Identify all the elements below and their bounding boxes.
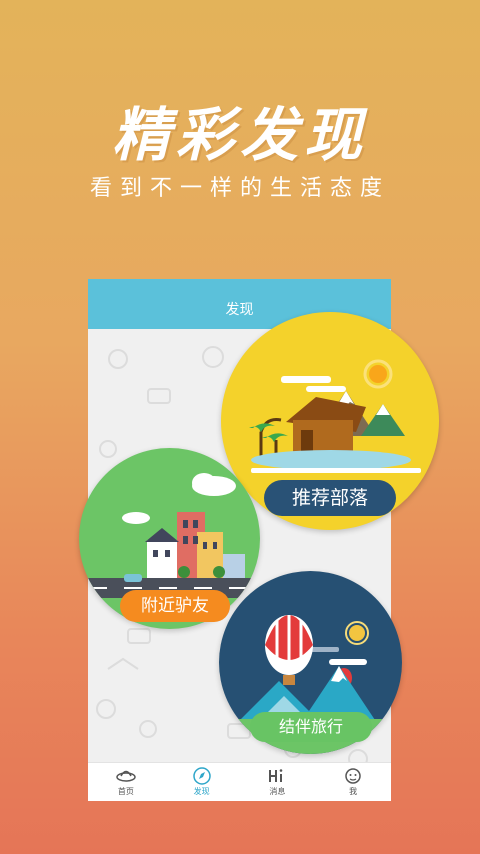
tab-label: 首页	[117, 787, 134, 796]
ufo-icon	[116, 770, 136, 782]
subline: 看到不一样的生活态度	[89, 176, 390, 201]
hi-icon	[269, 769, 283, 782]
tribe-label[interactable]: 推荐部落	[264, 480, 396, 516]
travel-label[interactable]: 结伴旅行	[250, 712, 372, 742]
face-icon	[345, 768, 361, 784]
tab-me[interactable]: 我	[315, 763, 391, 801]
tab-home[interactable]: 首页	[88, 763, 164, 801]
compass-icon	[192, 767, 211, 785]
tab-label: 发现	[193, 787, 210, 796]
tab-discover[interactable]: 发现	[164, 763, 240, 801]
nearby-label[interactable]: 附近驴友	[120, 590, 230, 622]
tab-label: 我	[349, 787, 358, 796]
headline: 精彩发现	[111, 101, 368, 169]
tab-messages[interactable]: 消息	[240, 763, 316, 801]
tab-label: 消息	[269, 787, 286, 796]
tab-bar: 首页 发现 消息 我	[88, 762, 391, 801]
